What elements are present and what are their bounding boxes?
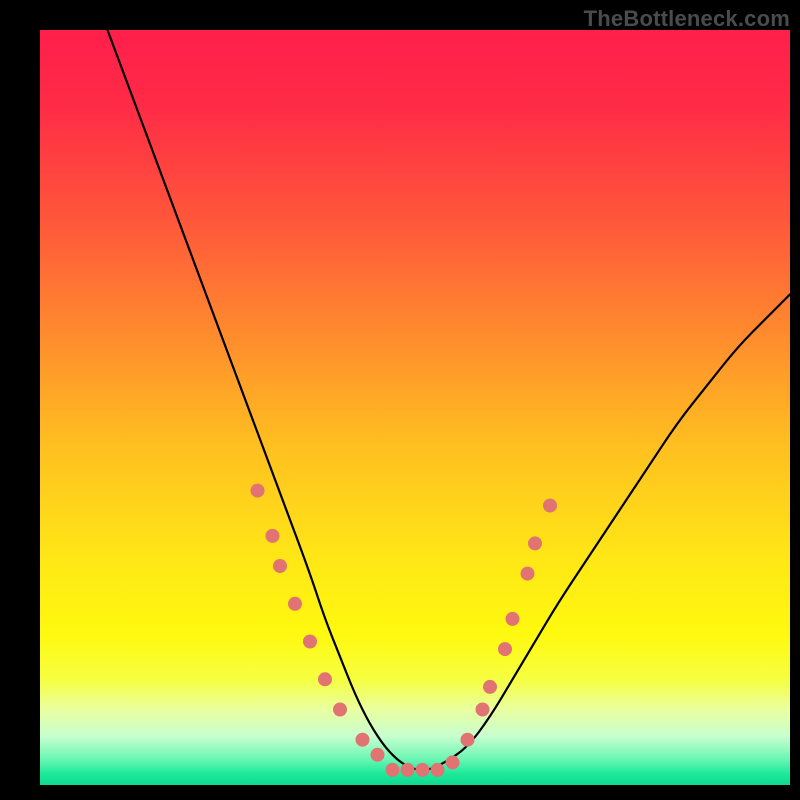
curve-marker	[476, 703, 490, 717]
chart-frame: TheBottleneck.com	[0, 0, 800, 800]
curve-marker	[266, 529, 280, 543]
curve-marker	[416, 763, 430, 777]
gradient-background	[40, 30, 790, 785]
curve-marker	[528, 536, 542, 550]
curve-marker	[356, 733, 370, 747]
plot-area	[40, 30, 790, 785]
bottleneck-chart	[40, 30, 790, 785]
watermark-text: TheBottleneck.com	[584, 6, 790, 32]
curve-marker	[273, 559, 287, 573]
curve-marker	[318, 672, 332, 686]
curve-marker	[431, 763, 445, 777]
curve-marker	[303, 635, 317, 649]
curve-marker	[543, 499, 557, 513]
curve-marker	[333, 703, 347, 717]
curve-marker	[401, 763, 415, 777]
curve-marker	[461, 733, 475, 747]
curve-marker	[386, 763, 400, 777]
curve-marker	[483, 680, 497, 694]
curve-marker	[371, 748, 385, 762]
curve-marker	[521, 567, 535, 581]
curve-marker	[251, 484, 265, 498]
curve-marker	[288, 597, 302, 611]
curve-marker	[498, 642, 512, 656]
curve-marker	[446, 755, 460, 769]
curve-marker	[506, 612, 520, 626]
